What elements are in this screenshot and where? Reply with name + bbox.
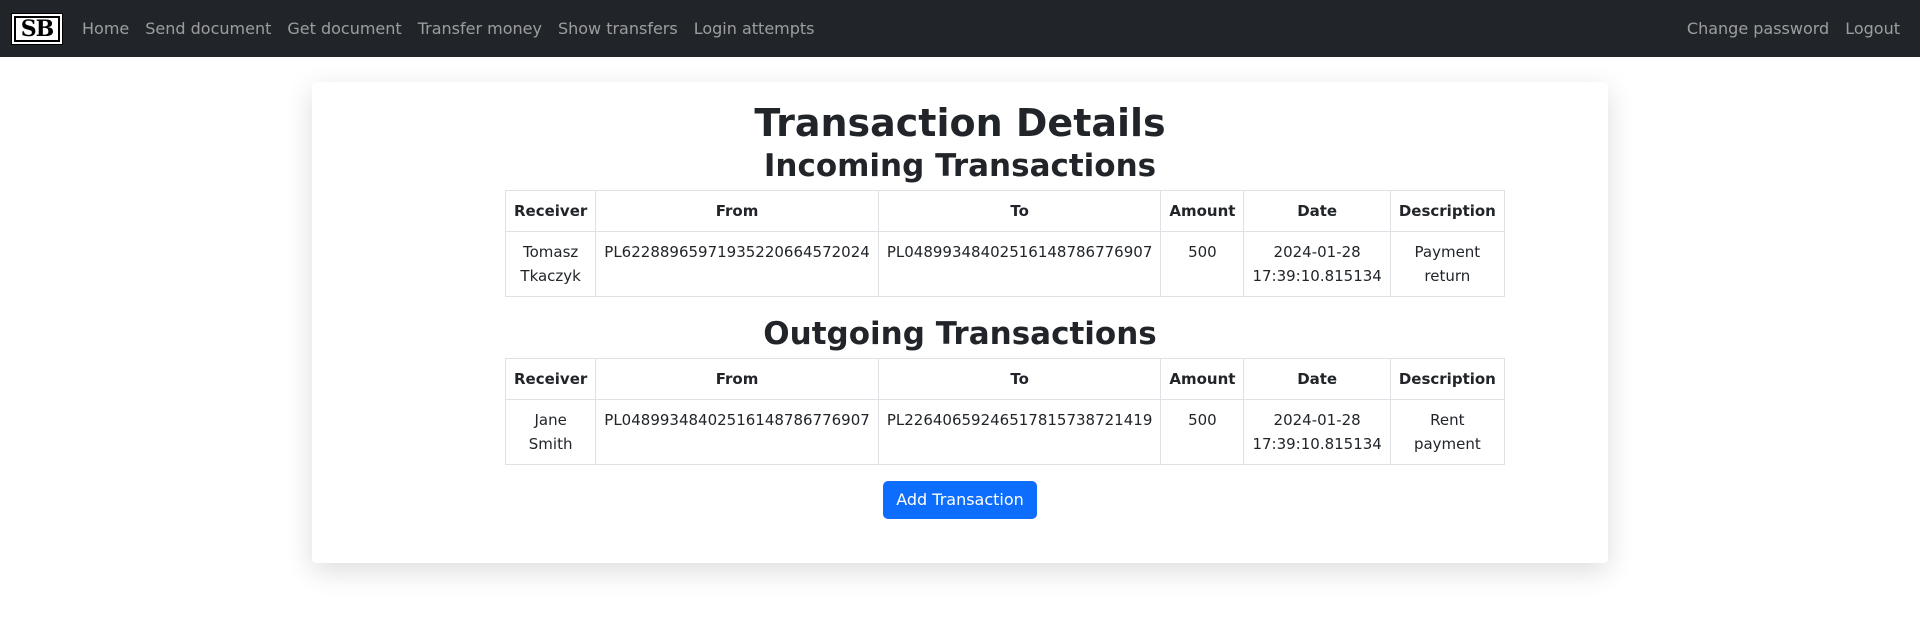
header-to: To [877,190,1162,232]
nav-link-transfer-money[interactable]: Transfer money [410,19,550,38]
table-header-row: Receiver From To Amount Date Description [504,190,1505,232]
cell-date: 2024-01-28 17:39:10.815134 [1243,231,1391,297]
cell-from: PL04899348402516148786776907 [595,399,879,465]
header-from: From [595,358,879,400]
brand-logo[interactable]: SB [11,12,63,45]
transaction-card: Transaction Details Incoming Transaction… [312,82,1608,563]
table-row: Tomasz Tkaczyk PL62288965971935220664572… [504,231,1505,297]
page-title: Transaction Details [754,101,1166,145]
incoming-title: Incoming Transactions [763,148,1157,184]
outgoing-title: Outgoing Transactions [763,316,1157,352]
nav-link-show-transfers[interactable]: Show transfers [550,19,686,38]
nav-link-login-attempts[interactable]: Login attempts [686,19,823,38]
cell-amount: 500 [1160,231,1245,297]
nav-link-get-document[interactable]: Get document [279,19,409,38]
header-date: Date [1243,358,1391,400]
cell-to: PL04899348402516148786776907 [877,231,1162,297]
table-header-row: Receiver From To Amount Date Description [504,358,1505,400]
header-date: Date [1243,190,1391,232]
nav-link-home[interactable]: Home [74,19,137,38]
table-row: Jane Smith PL04899348402516148786776907 … [504,399,1505,465]
top-navbar: SB Home Send document Get document Trans… [0,0,1920,57]
cell-description: Payment return [1389,231,1505,297]
incoming-table: Receiver From To Amount Date Description… [504,190,1505,297]
cell-receiver: Tomasz Tkaczyk [504,231,597,297]
header-receiver: Receiver [504,358,597,400]
nav-link-change-password[interactable]: Change password [1679,19,1837,38]
header-to: To [877,358,1162,400]
nav-links: Home Send document Get document Transfer… [74,19,823,38]
nav-link-send-document[interactable]: Send document [137,19,279,38]
nav-right-links: Change password Logout [1679,19,1908,38]
cell-description: Rent payment [1389,399,1505,465]
cell-from: PL62288965971935220664572024 [595,231,879,297]
cell-amount: 500 [1160,399,1245,465]
header-description: Description [1389,190,1505,232]
header-receiver: Receiver [504,190,597,232]
header-amount: Amount [1160,358,1245,400]
header-from: From [595,190,879,232]
nav-link-logout[interactable]: Logout [1837,19,1908,38]
header-description: Description [1389,358,1505,400]
outgoing-table: Receiver From To Amount Date Description… [504,358,1505,465]
header-amount: Amount [1160,190,1245,232]
add-transaction-button[interactable]: Add Transaction [883,481,1037,519]
cell-receiver: Jane Smith [504,399,597,465]
cell-date: 2024-01-28 17:39:10.815134 [1243,399,1391,465]
cell-to: PL22640659246517815738721419 [877,399,1162,465]
